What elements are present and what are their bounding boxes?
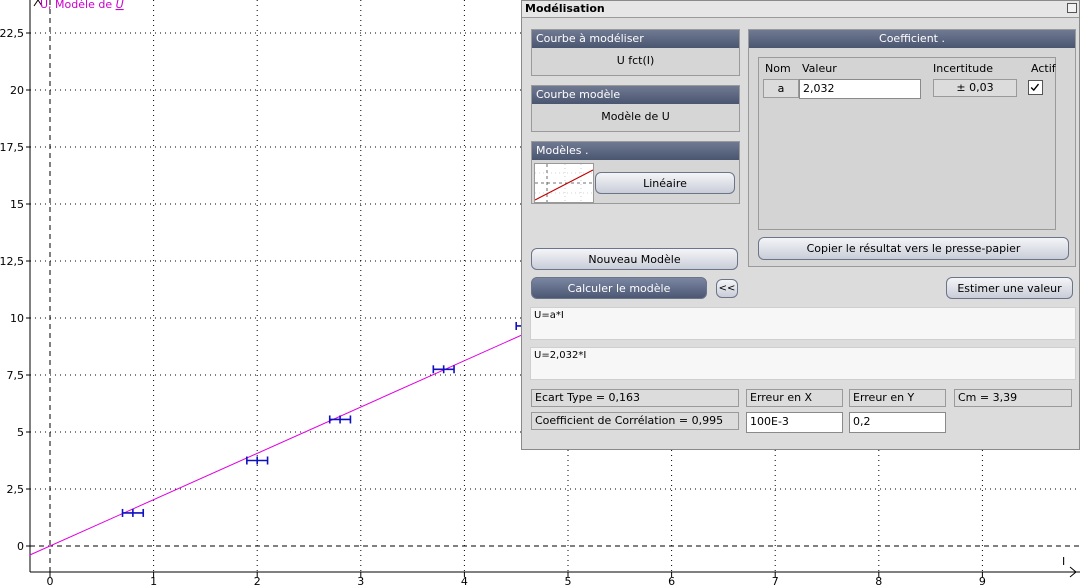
coef-active-checkbox[interactable] xyxy=(1028,80,1043,95)
x-axis-label: I xyxy=(1062,555,1065,568)
y-tick-label: 15 xyxy=(10,198,24,211)
y-tick-label: 10 xyxy=(10,312,24,325)
coef-name-cell: a xyxy=(763,79,799,98)
y-tick-label: 20 xyxy=(10,84,24,97)
model-curve-panel: Courbe modèle Modèle de U xyxy=(531,85,740,132)
x-tick-label: 4 xyxy=(461,575,468,587)
checkmark-icon xyxy=(1030,83,1040,92)
modelisation-window: Modélisation Courbe à modéliser U fct(I)… xyxy=(521,0,1080,450)
y-axis-label: U, Modèle de U xyxy=(40,0,124,11)
new-model-button[interactable]: Nouveau Modèle xyxy=(531,248,738,270)
x-tick-labels: 0 1 2 3 4 5 6 7 8 9 xyxy=(47,575,986,587)
error-y-input[interactable]: 0,2 xyxy=(849,412,946,433)
y-axis-label-var: U xyxy=(116,0,124,11)
model-curve-value[interactable]: Modèle de U xyxy=(532,104,739,130)
col-value-header: Valeur xyxy=(802,62,837,75)
equation-field[interactable]: U=a*I xyxy=(530,307,1076,340)
x-tick-label: 7 xyxy=(772,575,779,587)
coefficient-header: Coefficient . xyxy=(749,30,1075,48)
result-field[interactable]: U=2,032*I xyxy=(530,347,1076,380)
y-tick-label: 5 xyxy=(17,426,24,439)
x-tick-label: 9 xyxy=(979,575,986,587)
coef-value-input[interactable]: 2,032 xyxy=(799,79,921,99)
x-tick-label: 3 xyxy=(357,575,364,587)
coefficient-panel: Coefficient . Nom Valeur Incertitude Act… xyxy=(748,29,1076,267)
x-tick-label: 0 xyxy=(47,575,54,587)
x-tick-label: 1 xyxy=(150,575,157,587)
col-name-header: Nom xyxy=(765,62,791,75)
model-curve-header: Courbe modèle xyxy=(532,86,739,104)
error-x-input[interactable]: 100E-3 xyxy=(746,412,843,433)
curve-to-model-value[interactable]: U fct(I) xyxy=(532,48,739,74)
data-point xyxy=(246,456,269,465)
col-uncertainty-header: Incertitude xyxy=(933,62,993,75)
x-tick-label: 6 xyxy=(668,575,675,587)
copy-result-button[interactable]: Copier le résultat vers le presse-papier xyxy=(758,237,1069,260)
window-title[interactable]: Modélisation xyxy=(522,1,1079,18)
std-dev-label: Ecart Type = 0,163 xyxy=(531,389,739,407)
error-x-label: Erreur en X xyxy=(746,389,843,407)
curve-to-model-panel: Courbe à modéliser U fct(I) xyxy=(531,29,740,76)
estimate-value-button[interactable]: Estimer une valeur xyxy=(946,277,1073,299)
y-tick-label: 17,5 xyxy=(0,141,24,154)
coefficient-table: Nom Valeur Incertitude Actif a 2,032 ± 0… xyxy=(758,57,1056,230)
y-axis-label-text: U, Modèle de xyxy=(40,0,112,11)
linear-model-button[interactable]: Linéaire xyxy=(595,172,735,194)
linear-model-thumbnail-icon[interactable] xyxy=(534,163,594,203)
col-active-header: Actif xyxy=(1031,62,1056,75)
coef-uncertainty-cell: ± 0,03 xyxy=(933,79,1017,97)
cm-label: Cm = 3,39 xyxy=(954,389,1072,407)
curve-to-model-header: Courbe à modéliser xyxy=(532,30,739,48)
close-icon[interactable] xyxy=(1067,3,1077,13)
y-tick-label: 7,5 xyxy=(7,369,25,382)
collapse-button[interactable]: << xyxy=(716,279,738,298)
y-tick-labels: 0 2,5 5 7,5 10 12,5 15 17,5 20 22,5 xyxy=(0,27,24,553)
y-tick-label: 22,5 xyxy=(0,27,24,40)
x-tick-label: 8 xyxy=(875,575,882,587)
y-tick-label: 0 xyxy=(17,540,24,553)
y-tick-label: 2,5 xyxy=(7,483,25,496)
x-tick-label: 2 xyxy=(254,575,261,587)
x-tick-label: 5 xyxy=(565,575,572,587)
error-y-label: Erreur en Y xyxy=(849,389,946,407)
data-points xyxy=(121,321,538,517)
y-tick-label: 12,5 xyxy=(0,255,24,268)
data-point xyxy=(121,508,145,517)
models-header: Modèles . xyxy=(532,142,739,160)
data-point xyxy=(328,415,352,424)
correlation-label: Coefficient de Corrélation = 0,995 xyxy=(531,412,739,430)
compute-model-button[interactable]: Calculer le modèle xyxy=(531,277,707,299)
